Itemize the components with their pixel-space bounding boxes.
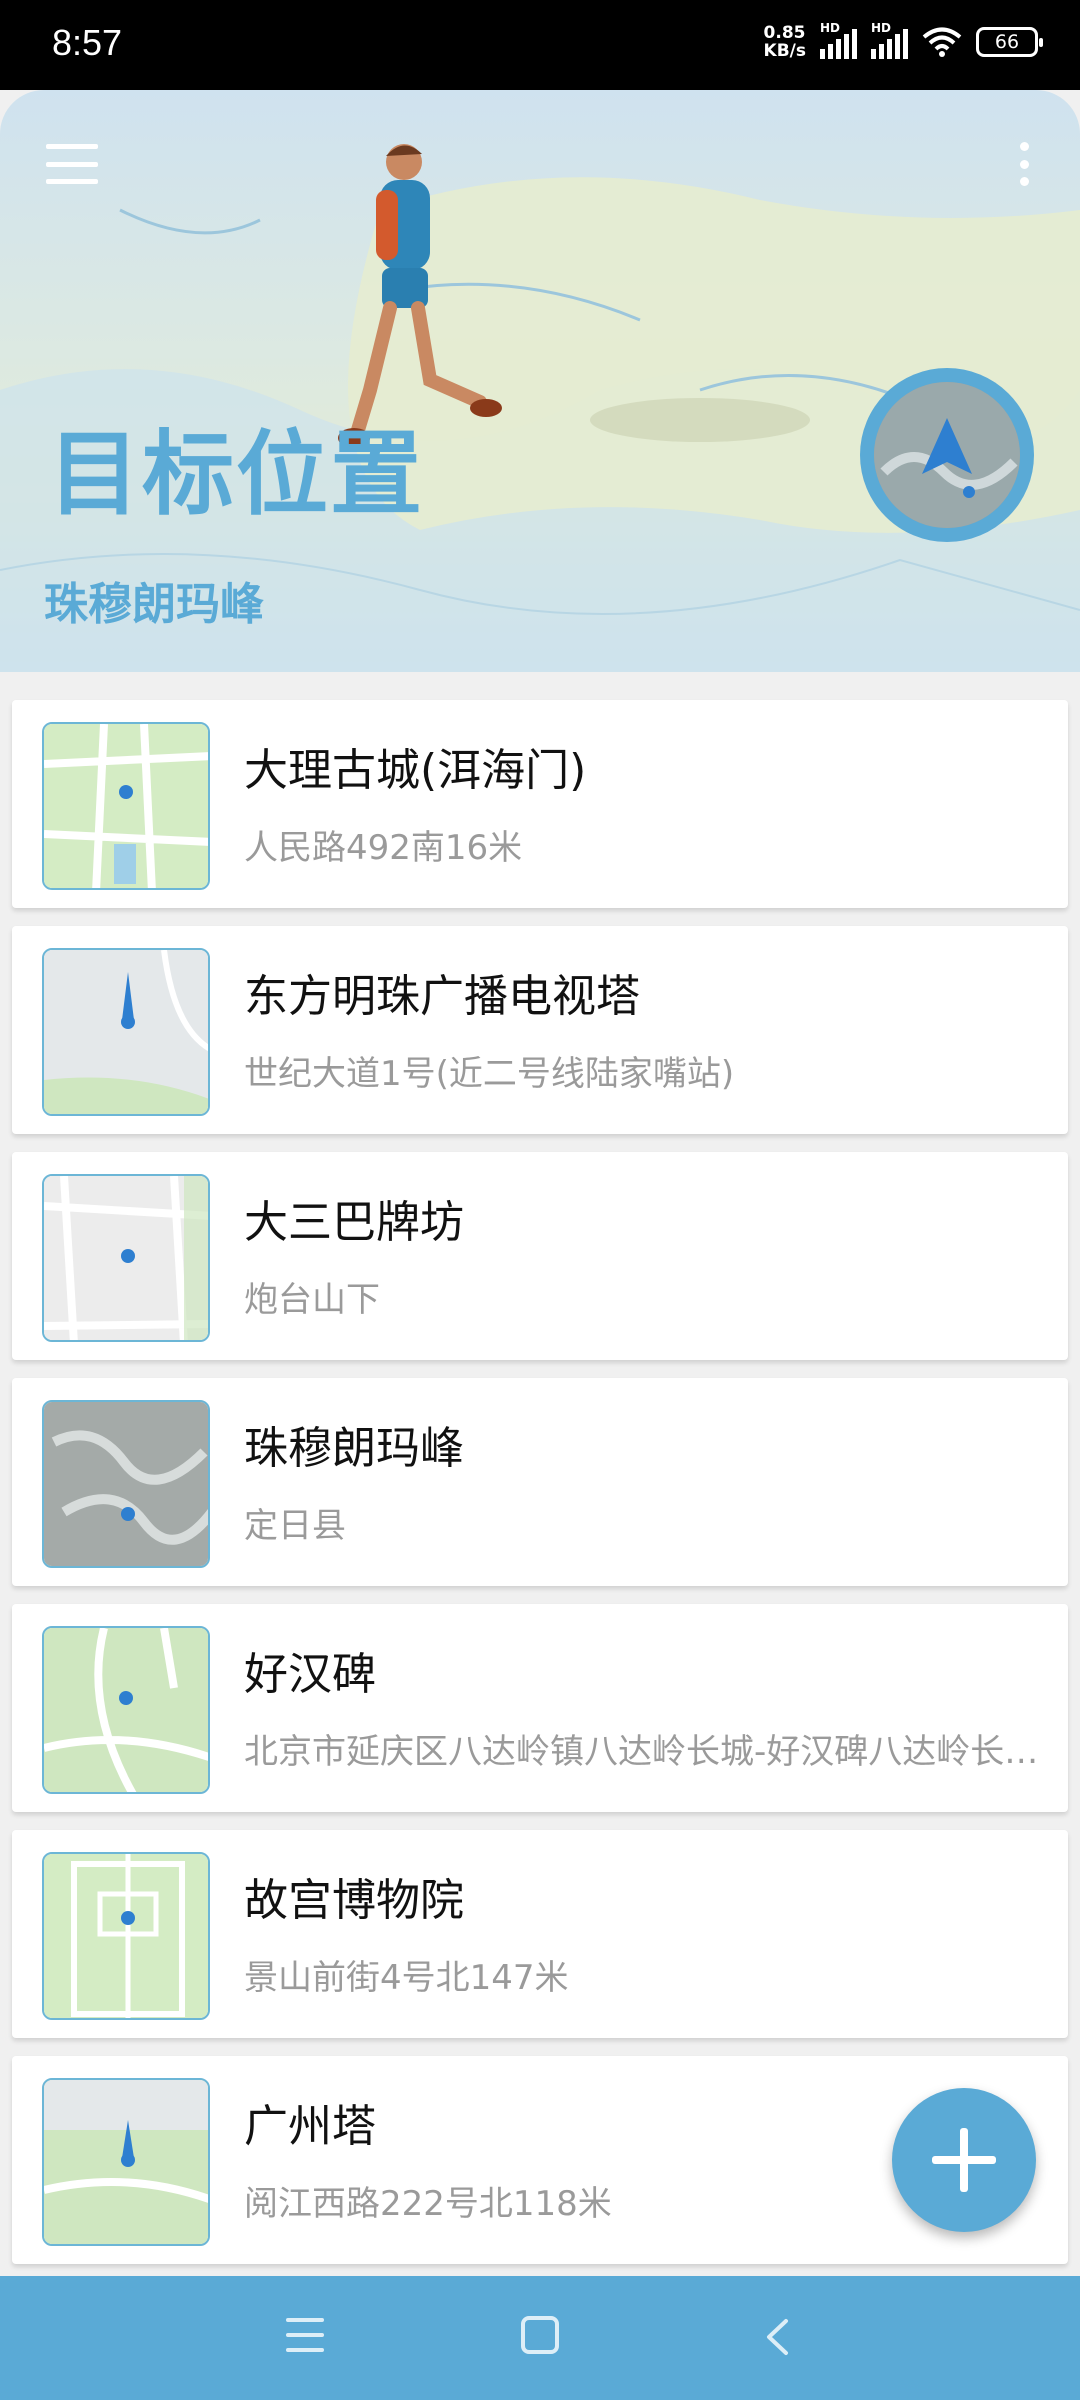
page-title: 目标位置 bbox=[48, 421, 425, 528]
list-item[interactable]: 东方明珠广播电视塔 世纪大道1号(近二号线陆家嘴站) bbox=[12, 926, 1068, 1134]
location-title: 广州塔 bbox=[244, 2101, 376, 2152]
navigation-arrow-icon bbox=[874, 382, 1020, 528]
target-location-name: 珠穆朗玛峰 bbox=[44, 579, 264, 630]
header-banner: 目标位置 珠穆朗玛峰 bbox=[0, 90, 1080, 672]
map-thumbnail bbox=[42, 1852, 210, 2020]
location-title: 东方明珠广播电视塔 bbox=[244, 971, 640, 1022]
signal-icon: HD bbox=[871, 21, 908, 59]
home-icon[interactable] bbox=[521, 2316, 559, 2354]
map-thumbnail bbox=[42, 722, 210, 890]
system-navigation-bar bbox=[0, 2276, 1080, 2400]
compass-button[interactable] bbox=[860, 368, 1034, 542]
location-title: 大三巴牌坊 bbox=[244, 1197, 464, 1248]
location-address: 北京市延庆区八达岭镇八达岭长城-好汉碑八达岭长城北八楼 bbox=[244, 1732, 1044, 1772]
location-title: 珠穆朗玛峰 bbox=[244, 1423, 464, 1474]
location-address: 定日县 bbox=[244, 1506, 346, 1546]
location-address: 世纪大道1号(近二号线陆家嘴站) bbox=[244, 1054, 735, 1094]
network-speed: 0.85 KB/s bbox=[763, 23, 806, 61]
status-bar: 8:57 0.85 KB/s HD HD 66 bbox=[0, 0, 1080, 90]
list-item[interactable]: 大理古城(洱海门) 人民路492南16米 bbox=[12, 700, 1068, 908]
map-thumbnail bbox=[42, 948, 210, 1116]
map-thumbnail bbox=[42, 1400, 210, 1568]
location-title: 故宫博物院 bbox=[244, 1875, 464, 1926]
status-icons: 0.85 KB/s HD HD 66 bbox=[763, 21, 1043, 61]
more-options-button[interactable] bbox=[1018, 142, 1030, 186]
signal-icon: HD bbox=[820, 21, 857, 59]
menu-button[interactable] bbox=[46, 144, 98, 184]
status-time: 8:57 bbox=[52, 22, 123, 63]
compass-map-thumbnail bbox=[874, 382, 1020, 528]
wifi-icon bbox=[922, 27, 962, 57]
map-thumbnail bbox=[42, 2078, 210, 2246]
map-thumbnail bbox=[42, 1626, 210, 1794]
list-item[interactable]: 故宫博物院 景山前街4号北147米 bbox=[12, 1830, 1068, 2038]
list-item[interactable]: 珠穆朗玛峰 定日县 bbox=[12, 1378, 1068, 1586]
list-item[interactable]: 大三巴牌坊 炮台山下 bbox=[12, 1152, 1068, 1360]
back-icon[interactable] bbox=[762, 2318, 792, 2356]
location-address: 人民路492南16米 bbox=[244, 828, 523, 868]
add-location-button[interactable] bbox=[892, 2088, 1036, 2232]
list-item[interactable]: 好汉碑 北京市延庆区八达岭镇八达岭长城-好汉碑八达岭长城北八楼 bbox=[12, 1604, 1068, 1812]
location-title: 大理古城(洱海门) bbox=[244, 745, 587, 796]
location-title: 好汉碑 bbox=[244, 1649, 376, 1700]
map-thumbnail bbox=[42, 1174, 210, 1342]
recent-apps-icon[interactable] bbox=[286, 2318, 324, 2352]
battery-icon: 66 bbox=[976, 27, 1043, 57]
location-address: 炮台山下 bbox=[244, 1280, 380, 1320]
location-address: 景山前街4号北147米 bbox=[244, 1958, 569, 1998]
